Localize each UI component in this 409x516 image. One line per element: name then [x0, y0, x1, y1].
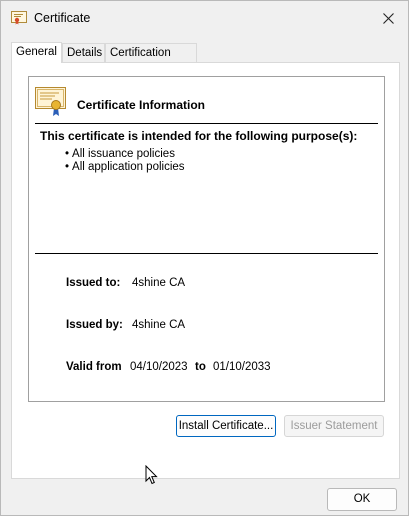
certificate-info-box: Certificate Information This certificate…: [28, 76, 385, 402]
top-divider: [35, 123, 378, 124]
issued-by-value: 4shine CA: [132, 319, 186, 331]
mouse-pointer-icon: [145, 465, 158, 485]
tab-details-label: Details: [67, 47, 103, 59]
tab-general[interactable]: General: [11, 42, 62, 63]
ok-label: OK: [353, 493, 371, 505]
general-tab-page: Certificate Information This certificate…: [11, 62, 400, 479]
valid-to-label: to: [195, 361, 206, 373]
issuer-statement-button[interactable]: Issuer Statement: [284, 415, 384, 437]
title-bar: Certificate: [1, 1, 409, 35]
certificate-info-title: Certificate Information: [77, 98, 206, 112]
purpose-heading: This certificate is intended for the fol…: [40, 129, 358, 143]
policy-item: All application policies: [65, 161, 185, 174]
window-title: Certificate: [34, 11, 91, 25]
valid-from-label: Valid from: [66, 361, 122, 373]
certificate-dialog: Certificate General Details Certificatio…: [0, 0, 409, 516]
tab-details[interactable]: Details: [62, 43, 105, 62]
issued-by-label: Issued by:: [66, 319, 123, 331]
issued-to-label: Issued to:: [66, 277, 121, 289]
middle-divider: [35, 253, 378, 254]
install-certificate-button[interactable]: Install Certificate...: [176, 415, 276, 437]
tab-certification-path[interactable]: Certification Path: [105, 43, 197, 78]
install-certificate-label: Install Certificate...: [178, 420, 274, 432]
close-icon: [382, 12, 394, 24]
ok-button[interactable]: OK: [327, 488, 397, 511]
certificate-ribbon-icon: [35, 87, 66, 116]
issued-to-value: 4shine CA: [132, 277, 186, 289]
policy-list: All issuance policies All application po…: [65, 148, 185, 174]
issuer-statement-label: Issuer Statement: [290, 420, 378, 432]
valid-to-date: 01/10/2033: [213, 361, 271, 373]
valid-from-date: 04/10/2023: [130, 361, 188, 373]
tab-general-label: General: [16, 46, 57, 58]
policy-item: All issuance policies: [65, 148, 185, 161]
certificate-icon: [11, 11, 27, 25]
close-button[interactable]: [366, 1, 409, 35]
